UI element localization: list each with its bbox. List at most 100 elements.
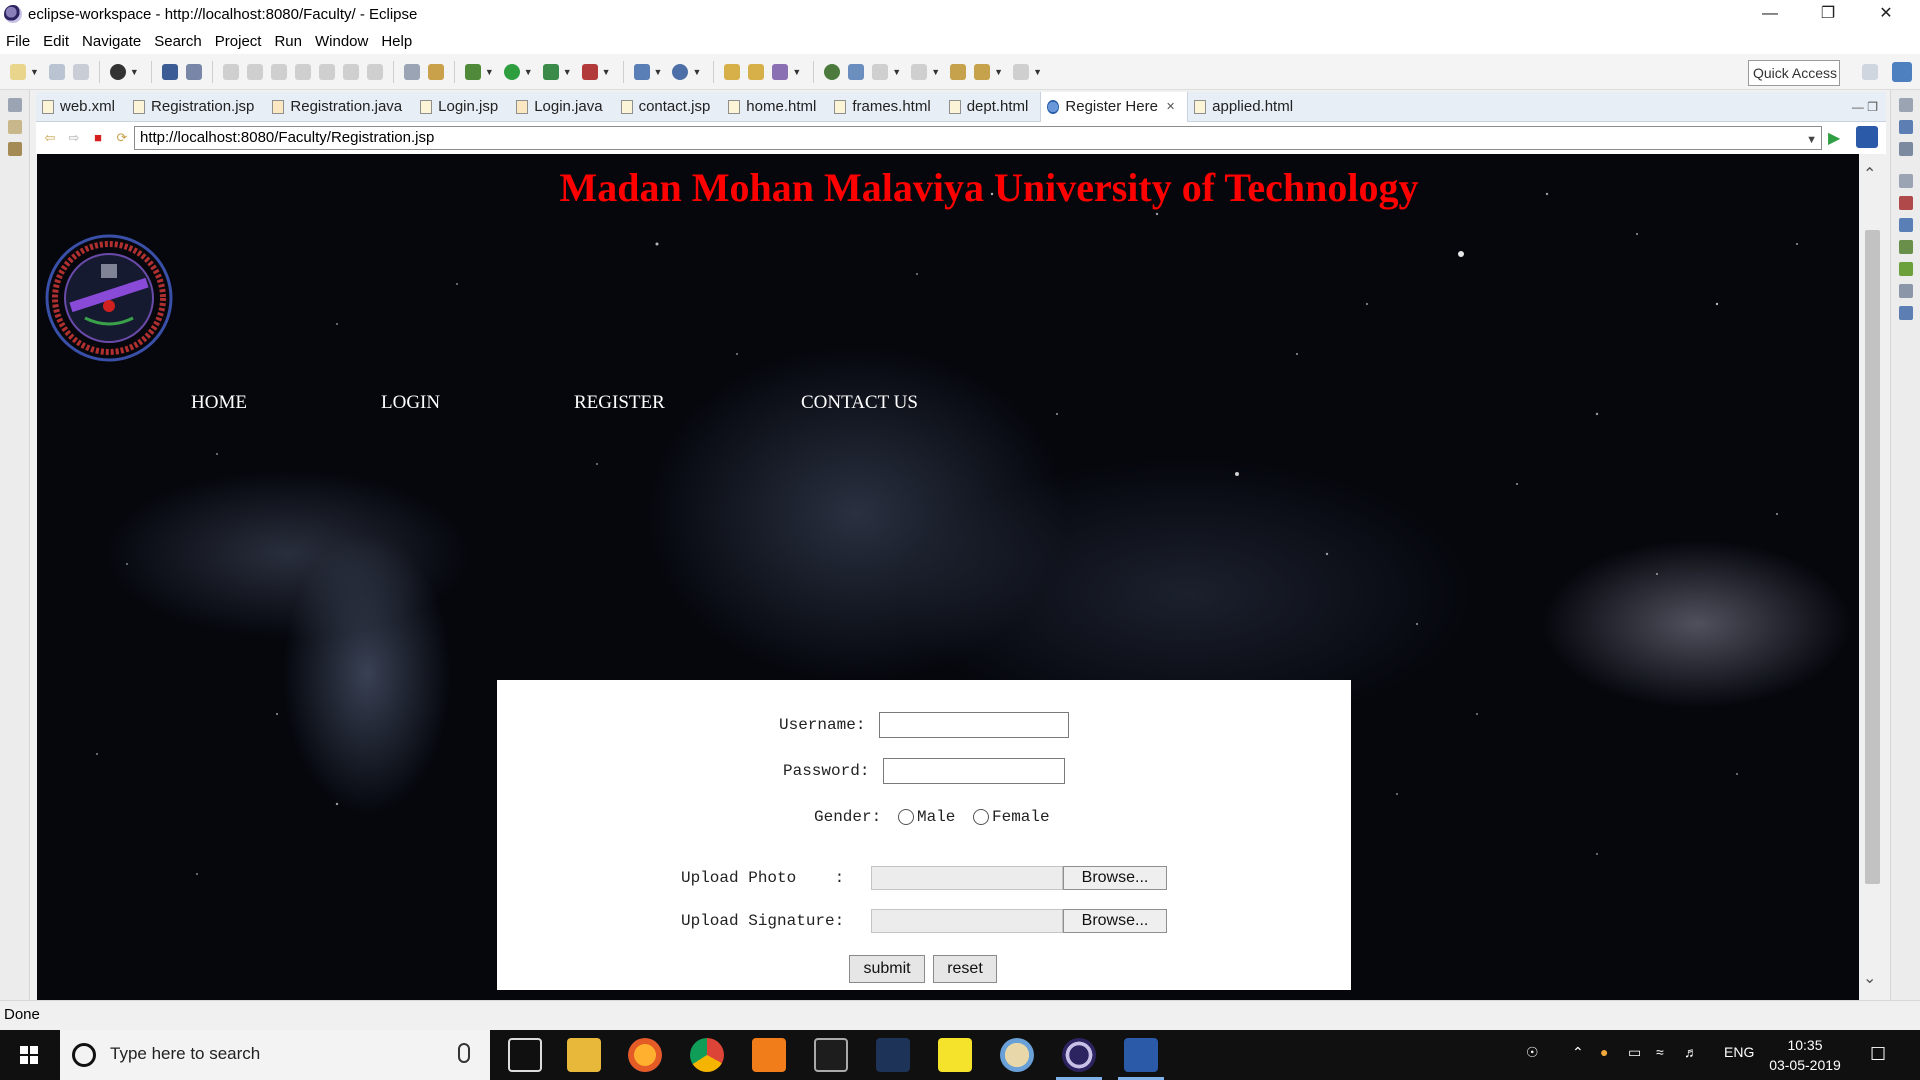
menu-project[interactable]: Project bbox=[215, 33, 262, 50]
battery-icon[interactable]: ▭ bbox=[1628, 1044, 1641, 1061]
annotation-icon[interactable] bbox=[848, 63, 865, 80]
open-task-icon[interactable] bbox=[403, 63, 420, 80]
open-perspective-icon[interactable] bbox=[1862, 64, 1878, 80]
url-input[interactable]: http://localhost:8080/Faculty/Registrati… bbox=[134, 126, 1822, 150]
coverage-icon[interactable] bbox=[542, 63, 559, 80]
file-explorer-icon[interactable] bbox=[567, 1038, 601, 1072]
menu-run[interactable]: Run bbox=[274, 33, 302, 50]
mysql-icon[interactable] bbox=[876, 1038, 910, 1072]
tab-applied-html[interactable]: applied.html bbox=[1188, 92, 1305, 122]
nav-register-link[interactable]: REGISTER bbox=[574, 392, 665, 414]
menu-navigate[interactable]: Navigate bbox=[82, 33, 141, 50]
debug-icon[interactable] bbox=[464, 63, 481, 80]
outline-view-icon[interactable] bbox=[1899, 120, 1913, 134]
build-icon[interactable] bbox=[427, 63, 444, 80]
menu-help[interactable]: Help bbox=[381, 33, 412, 50]
chevron-down-icon[interactable]: ▼ bbox=[931, 67, 940, 77]
task-view-icon[interactable] bbox=[508, 1038, 542, 1072]
people-icon[interactable]: ☉ bbox=[1526, 1044, 1539, 1061]
tab-login-jsp[interactable]: Login.jsp bbox=[414, 92, 510, 122]
gender-female-radio[interactable] bbox=[973, 809, 989, 825]
sticky-notes-icon[interactable] bbox=[938, 1038, 972, 1072]
taskbar-clock[interactable]: 10:35 03-05-2019 bbox=[1760, 1035, 1850, 1075]
chevron-down-icon[interactable]: ▼ bbox=[524, 67, 533, 77]
edit-icon[interactable] bbox=[772, 63, 789, 80]
chevron-down-icon[interactable]: ▼ bbox=[654, 67, 663, 77]
open-type-icon[interactable] bbox=[724, 63, 741, 80]
scrollbar-thumb[interactable] bbox=[1865, 230, 1880, 884]
nav-contact-us-link[interactable]: CONTACT US bbox=[801, 392, 918, 414]
gender-male-radio[interactable] bbox=[898, 809, 914, 825]
chevron-down-icon[interactable]: ▼ bbox=[485, 67, 494, 77]
java-ee-perspective-icon[interactable] bbox=[1892, 62, 1912, 82]
paint-icon[interactable] bbox=[1000, 1038, 1034, 1072]
antivirus-tray-icon[interactable]: ● bbox=[1600, 1044, 1608, 1060]
menu-edit[interactable]: Edit bbox=[43, 33, 69, 50]
new-server-icon[interactable] bbox=[633, 63, 650, 80]
eclipse-taskbar-icon[interactable] bbox=[1056, 1038, 1102, 1080]
show-hidden-icons-chevron-icon[interactable]: ⌃ bbox=[1572, 1044, 1584, 1061]
password-input[interactable] bbox=[883, 758, 1065, 784]
chevron-down-icon[interactable]: ▼ bbox=[1806, 129, 1817, 151]
chevron-down-icon[interactable]: ▼ bbox=[563, 67, 572, 77]
console-view-icon[interactable] bbox=[1899, 306, 1913, 320]
outline-icon[interactable] bbox=[8, 142, 22, 156]
save-all-icon[interactable] bbox=[72, 63, 89, 80]
skip-breakpoints-icon[interactable] bbox=[185, 63, 202, 80]
scroll-up-icon[interactable]: ⌃ bbox=[1863, 164, 1876, 184]
properties-icon[interactable] bbox=[1899, 218, 1913, 232]
restore-view-icon[interactable] bbox=[1899, 174, 1913, 188]
minimize-maximize-editor-icon[interactable]: — ❐ bbox=[1852, 100, 1878, 114]
chevron-down-icon[interactable]: ▼ bbox=[692, 67, 701, 77]
last-edit-icon[interactable] bbox=[950, 63, 967, 80]
restore-view-icon[interactable] bbox=[1899, 98, 1913, 112]
upload-signature-field[interactable] bbox=[871, 909, 1063, 933]
chevron-down-icon[interactable]: ▼ bbox=[994, 67, 1003, 77]
username-input[interactable] bbox=[879, 712, 1069, 738]
new-icon[interactable] bbox=[10, 63, 26, 80]
tab-register-here[interactable]: Register Here ✕ bbox=[1040, 91, 1189, 122]
restore-view-icon[interactable] bbox=[8, 98, 22, 112]
step-return-icon[interactable] bbox=[366, 63, 383, 80]
external-tools-icon[interactable] bbox=[581, 63, 598, 80]
upload-photo-field[interactable] bbox=[871, 866, 1063, 890]
nav-login-link[interactable]: LOGIN bbox=[381, 392, 440, 414]
volume-icon[interactable]: ♬ bbox=[1684, 1044, 1698, 1060]
resume-icon[interactable] bbox=[222, 63, 239, 80]
tab-home-html[interactable]: home.html bbox=[722, 92, 828, 122]
refresh-icon[interactable]: ⟳ bbox=[112, 128, 132, 148]
tab-contact-jsp[interactable]: contact.jsp bbox=[615, 92, 723, 122]
sublime-text-icon[interactable] bbox=[752, 1038, 786, 1072]
step-over-icon[interactable] bbox=[342, 63, 359, 80]
wifi-icon[interactable]: ≈ bbox=[1656, 1044, 1664, 1060]
restore-button[interactable]: ❐ bbox=[1800, 0, 1856, 28]
tab-web-xml[interactable]: web.xml bbox=[36, 92, 127, 122]
tab-registration-java[interactable]: Registration.java bbox=[266, 92, 414, 122]
snippets-icon[interactable] bbox=[1899, 284, 1913, 298]
microphone-icon[interactable] bbox=[458, 1043, 470, 1063]
chevron-down-icon[interactable]: ▼ bbox=[130, 67, 139, 77]
taskbar-search-box[interactable]: Type here to search bbox=[60, 1030, 490, 1080]
previous-annotation-icon[interactable] bbox=[911, 63, 928, 80]
action-center-icon[interactable]: ☐ bbox=[1870, 1044, 1886, 1065]
reset-button[interactable]: reset bbox=[933, 955, 997, 983]
minimize-button[interactable]: — bbox=[1742, 0, 1798, 28]
chrome-icon[interactable] bbox=[690, 1038, 724, 1072]
new-class-icon[interactable] bbox=[672, 63, 689, 80]
disconnect-icon[interactable] bbox=[294, 63, 311, 80]
menu-file[interactable]: File bbox=[6, 33, 30, 50]
upload-signature-browse-button[interactable]: Browse... bbox=[1063, 909, 1167, 933]
start-button[interactable] bbox=[0, 1030, 60, 1080]
chevron-down-icon[interactable]: ▼ bbox=[892, 67, 901, 77]
chevron-down-icon[interactable]: ▼ bbox=[602, 67, 611, 77]
tab-dept-html[interactable]: dept.html bbox=[943, 92, 1041, 122]
open-external-browser-icon[interactable] bbox=[1856, 126, 1878, 148]
suspend-icon[interactable] bbox=[246, 63, 263, 80]
close-tab-icon[interactable]: ✕ bbox=[1166, 100, 1175, 113]
tab-frames-html[interactable]: frames.html bbox=[828, 92, 942, 122]
firefox-icon[interactable] bbox=[628, 1038, 662, 1072]
chevron-down-icon[interactable]: ▼ bbox=[30, 67, 39, 77]
word-icon[interactable] bbox=[1118, 1038, 1164, 1080]
close-window-button[interactable]: ✕ bbox=[1858, 0, 1914, 28]
open-folder-icon[interactable] bbox=[748, 63, 765, 80]
